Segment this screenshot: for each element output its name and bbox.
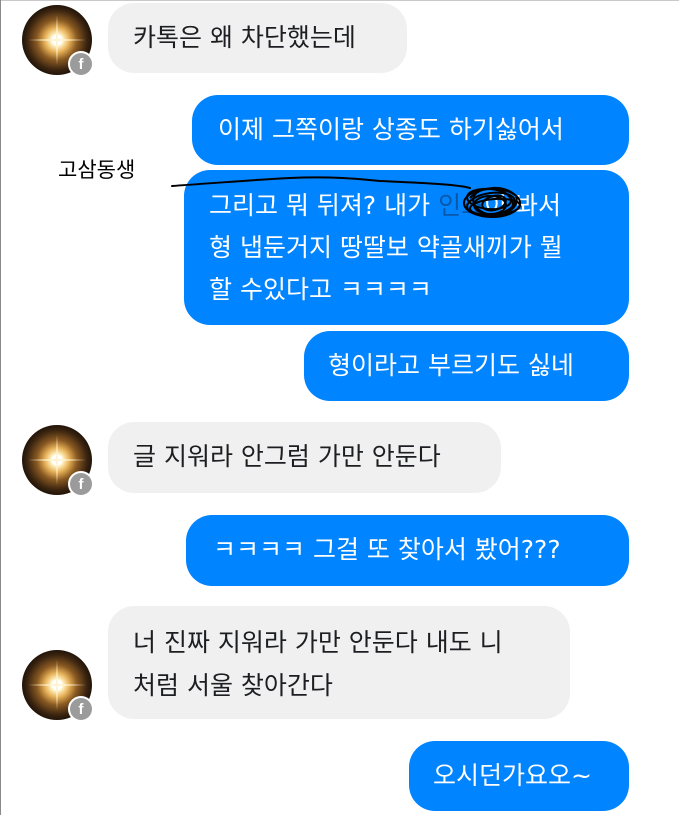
avatar-flare: [56, 660, 58, 710]
message-text: 형이라고 부르기도 싫네: [328, 351, 574, 380]
avatar[interactable]: f: [22, 650, 94, 722]
facebook-icon: f: [68, 696, 94, 722]
message-text: 그리고 뭐 뒤져? 내가: [209, 191, 439, 220]
message-line: 그리고 뭐 뒤져? 내가 인스이 봐서: [209, 185, 629, 227]
message-line: 처럼 서울 찾아간다: [133, 671, 333, 700]
handwritten-annotation: 고삼동생: [58, 158, 136, 182]
message-line: 형 냅둔거지 땅딸보 약골새끼가 뭘: [209, 233, 563, 262]
message-text: 이제 그쪽이랑 상종도 하기싫어서: [218, 115, 564, 144]
outgoing-message[interactable]: 이제 그쪽이랑 상종도 하기싫어서: [192, 95, 629, 165]
message-line: 할 수있다고 ㅋㅋㅋㅋ: [209, 275, 432, 304]
avatar-flare: [56, 435, 58, 485]
incoming-message[interactable]: 카톡은 왜 차단했는데: [108, 3, 407, 73]
facebook-letter: f: [70, 53, 92, 75]
message-text: 글 지워라 안그럼 가만 안둔다: [133, 442, 441, 471]
message-text: 오시던가요오~: [433, 761, 592, 790]
redacted-text: 인스: [438, 191, 485, 220]
left-border: [0, 0, 1, 815]
avatar[interactable]: f: [22, 425, 94, 497]
avatar[interactable]: f: [22, 5, 94, 77]
outgoing-message[interactable]: 오시던가요오~: [409, 741, 629, 811]
facebook-letter: f: [70, 473, 92, 495]
outgoing-message[interactable]: ㅋㅋㅋㅋ 그걸 또 찾아서 봤어???: [186, 515, 629, 586]
message-text: ㅋㅋㅋㅋ 그걸 또 찾아서 봤어???: [213, 535, 561, 564]
message-text: 카톡은 왜 차단했는데: [133, 23, 356, 52]
outgoing-message[interactable]: 형이라고 부르기도 싫네: [304, 331, 629, 401]
facebook-icon: f: [68, 51, 94, 77]
facebook-letter: f: [70, 698, 92, 720]
avatar-flare: [56, 15, 58, 65]
message-text: 이 봐서: [484, 191, 562, 220]
incoming-message[interactable]: 글 지워라 안그럼 가만 안둔다: [108, 422, 501, 493]
outgoing-message[interactable]: 그리고 뭐 뒤져? 내가 인스이 봐서 형 냅둔거지 땅딸보 약골새끼가 뭘 할…: [184, 170, 629, 325]
facebook-icon: f: [68, 471, 94, 497]
message-line: 너 진짜 지워라 가만 안둔다 내도 니: [133, 628, 503, 657]
top-border: [0, 0, 679, 1]
incoming-message[interactable]: 너 진짜 지워라 가만 안둔다 내도 니 처럼 서울 찾아간다: [108, 606, 570, 719]
